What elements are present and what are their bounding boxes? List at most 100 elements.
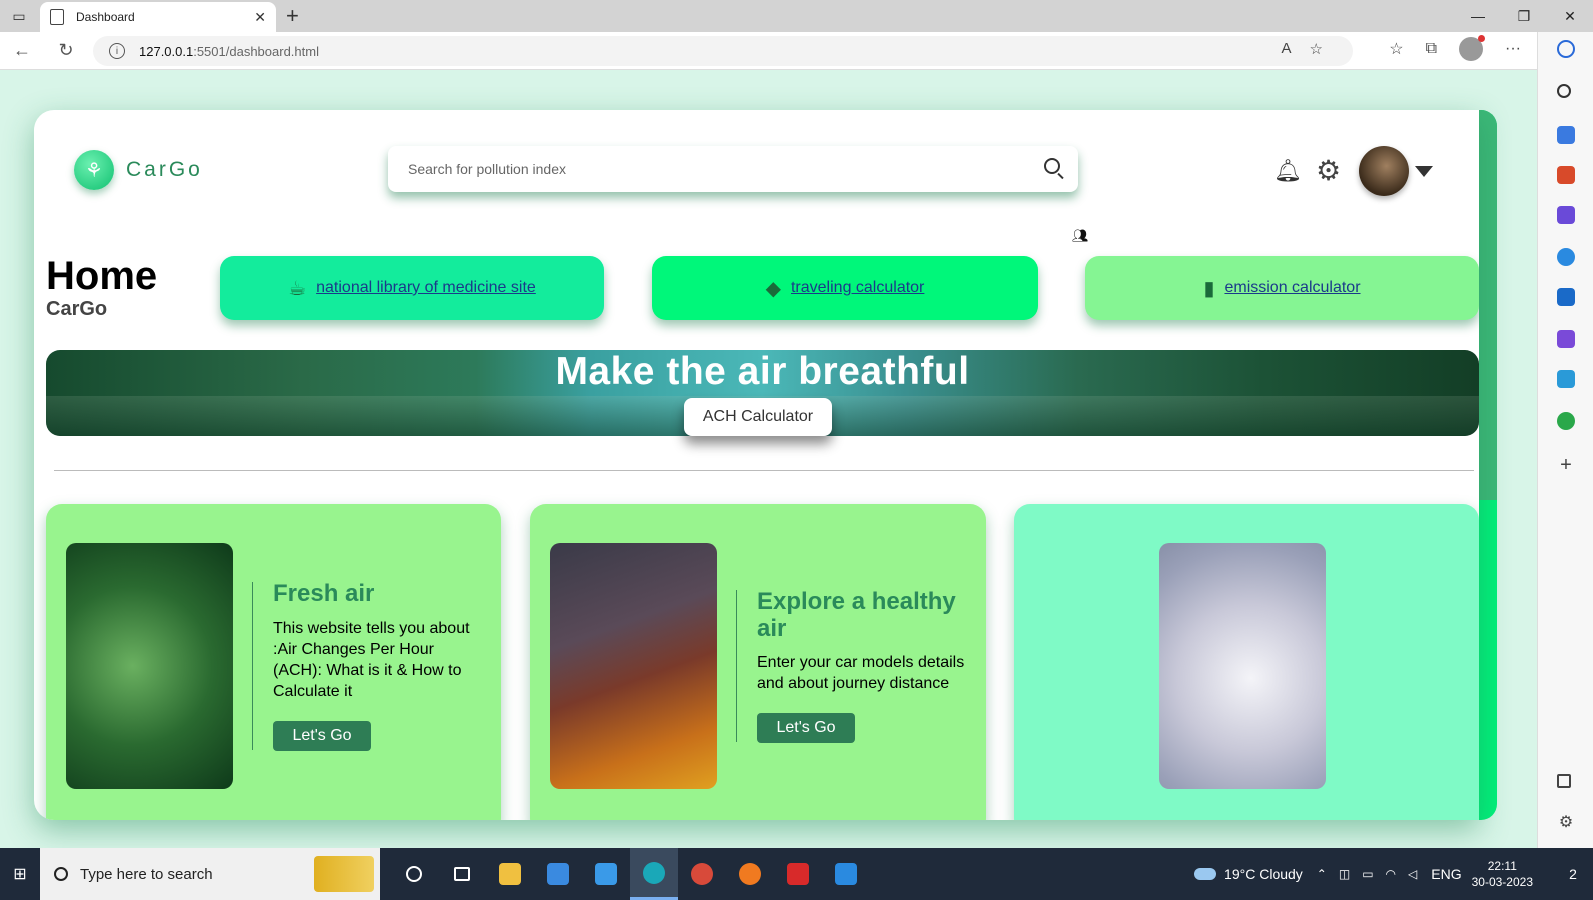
- url-field[interactable]: i 127.0.0.1:5501/dashboard.html: [93, 36, 1353, 66]
- quick-link-emission-label[interactable]: emission calculator: [1224, 279, 1360, 297]
- tree-icon[interactable]: [1557, 412, 1575, 430]
- back-icon[interactable]: ←: [0, 40, 44, 61]
- task-view-icon[interactable]: [438, 848, 486, 900]
- close-tab-icon[interactable]: ✕: [254, 9, 266, 26]
- clock-time: 22:11: [1487, 859, 1517, 873]
- card-divider: [736, 590, 737, 742]
- read-aloud-icon[interactable]: A: [1282, 40, 1292, 58]
- street-image: [550, 543, 717, 789]
- tab-title: Dashboard: [76, 10, 135, 24]
- chevron-down-icon[interactable]: [1415, 165, 1434, 177]
- ach-calculator-button[interactable]: ACH Calculator: [684, 398, 832, 436]
- outlook-icon[interactable]: [1557, 288, 1575, 306]
- leaf-image: [66, 543, 233, 789]
- lets-go-button[interactable]: Let's Go: [273, 721, 371, 751]
- browser-tab[interactable]: Dashboard ✕: [40, 2, 276, 32]
- chrome-icon[interactable]: [678, 848, 726, 900]
- new-tab-button[interactable]: +: [286, 3, 299, 29]
- feature-card-healthy-air: Explore a healthy air Enter your car mod…: [530, 504, 986, 820]
- tools-icon[interactable]: [1557, 166, 1575, 184]
- refresh-icon[interactable]: ↻: [44, 40, 88, 61]
- search-icon[interactable]: [1557, 84, 1571, 98]
- file-explorer-icon[interactable]: [486, 848, 534, 900]
- clock[interactable]: 22:11 30-03-2023: [1472, 858, 1533, 890]
- mug-icon: ▮: [1203, 277, 1215, 300]
- profile-icon[interactable]: [1459, 35, 1486, 61]
- scrollbar-thumb[interactable]: [1478, 110, 1497, 500]
- search-icon[interactable]: [1044, 158, 1060, 174]
- close-window-button[interactable]: ✕: [1547, 0, 1593, 32]
- card-title: Explore a healthy air: [757, 588, 956, 642]
- chevron-up-icon[interactable]: ⌃: [1317, 867, 1327, 881]
- mail-icon[interactable]: [582, 848, 630, 900]
- wifi-icon[interactable]: ◠: [1386, 867, 1396, 881]
- favorite-star-icon[interactable]: ☆: [1310, 40, 1323, 58]
- weather-text[interactable]: 19°C Cloudy: [1224, 866, 1303, 882]
- page-title: Home: [46, 254, 171, 298]
- card-text: Enter your car models details and about …: [757, 654, 965, 692]
- favorites-icon[interactable]: ☆: [1389, 39, 1403, 59]
- card-text: This website tells you about :Air Change…: [273, 620, 470, 700]
- tray-icons: ⌃ ◫ ▭ ◠ ◁: [1317, 867, 1417, 881]
- eraser-icon: ◆: [765, 277, 781, 300]
- search-input[interactable]: Search for pollution index: [388, 146, 1078, 192]
- info-icon[interactable]: i: [109, 43, 125, 59]
- url-path: :5501/dashboard.html: [193, 43, 319, 59]
- people-icon: 👥︎: [1072, 228, 1089, 243]
- search-icon: [54, 867, 68, 881]
- feature-card-fresh-air: Fresh air This website tells you about :…: [46, 504, 501, 820]
- sidebar-toggle-icon[interactable]: [1557, 774, 1571, 788]
- card-divider: [252, 582, 253, 750]
- bell-icon[interactable]: 🔔︎: [1274, 159, 1302, 183]
- language-indicator[interactable]: ENG: [1431, 866, 1461, 882]
- wps-icon[interactable]: [774, 848, 822, 900]
- search-highlight-image: [314, 856, 374, 892]
- taskbar-search-placeholder: Type here to search: [80, 865, 213, 883]
- header-actions: 🔔︎ ⚙: [1274, 146, 1434, 196]
- minimize-button[interactable]: —: [1455, 0, 1501, 32]
- add-icon[interactable]: +: [1557, 455, 1575, 475]
- window-controls: — ❐ ✕: [1455, 0, 1593, 32]
- logo[interactable]: ⚘ CarGo: [74, 150, 203, 190]
- send-icon[interactable]: [1557, 370, 1575, 388]
- taskbar-apps: [390, 848, 870, 900]
- firefox-icon[interactable]: [726, 848, 774, 900]
- cortana-icon[interactable]: [390, 848, 438, 900]
- restore-button[interactable]: ❐: [1501, 0, 1547, 32]
- bing-icon[interactable]: [1557, 40, 1575, 58]
- banner-title: Make the air breathful: [555, 350, 970, 393]
- more-menu-icon[interactable]: ···: [1505, 40, 1521, 58]
- store-icon[interactable]: [534, 848, 582, 900]
- page-scrollbar[interactable]: [1478, 110, 1497, 820]
- vscode-icon[interactable]: [822, 848, 870, 900]
- logo-text: CarGo: [126, 158, 203, 181]
- network-icon[interactable]: ◫: [1339, 867, 1350, 881]
- taskbar-search[interactable]: Type here to search: [40, 848, 380, 900]
- gear-icon[interactable]: ⚙: [1316, 157, 1341, 185]
- quick-link-medicine[interactable]: ☕︎ national library of medicine site: [220, 256, 604, 320]
- collections-icon[interactable]: ⧉: [1426, 40, 1437, 58]
- games-icon[interactable]: [1557, 206, 1575, 224]
- search-placeholder: Search for pollution index: [408, 161, 566, 177]
- quick-link-traveling[interactable]: ◆ traveling calculator: [652, 256, 1038, 320]
- edge-icon[interactable]: [630, 848, 678, 900]
- notification-badge[interactable]: 2: [1553, 866, 1593, 882]
- battery-icon[interactable]: ▭: [1362, 867, 1373, 881]
- taskbar: ⊞ Type here to search 19°C Cloudy ⌃ ◫ ▭ …: [0, 848, 1593, 900]
- volume-icon[interactable]: ◁: [1408, 867, 1417, 881]
- lets-go-button[interactable]: Let's Go: [757, 713, 855, 743]
- quick-link-traveling-label[interactable]: traveling calculator: [791, 279, 924, 297]
- sidebar-settings-icon[interactable]: ⚙: [1557, 814, 1575, 832]
- clouds-image: [1159, 543, 1326, 789]
- quick-link-emission[interactable]: ▮ emission calculator: [1085, 256, 1479, 320]
- designer-icon[interactable]: [1557, 330, 1575, 348]
- card-title: Fresh air: [273, 580, 375, 607]
- tab-actions-icon[interactable]: ▭: [0, 0, 38, 32]
- quick-link-medicine-label[interactable]: national library of medicine site: [316, 279, 536, 297]
- cloud-icon: [1194, 868, 1217, 880]
- windows-start-icon[interactable]: ⊞: [0, 848, 40, 900]
- browser-toolbar: ☆ ⧉ ···: [1389, 35, 1521, 61]
- shopping-tag-icon[interactable]: [1557, 126, 1575, 144]
- avatar[interactable]: [1359, 146, 1410, 196]
- microsoft365-icon[interactable]: [1557, 248, 1575, 266]
